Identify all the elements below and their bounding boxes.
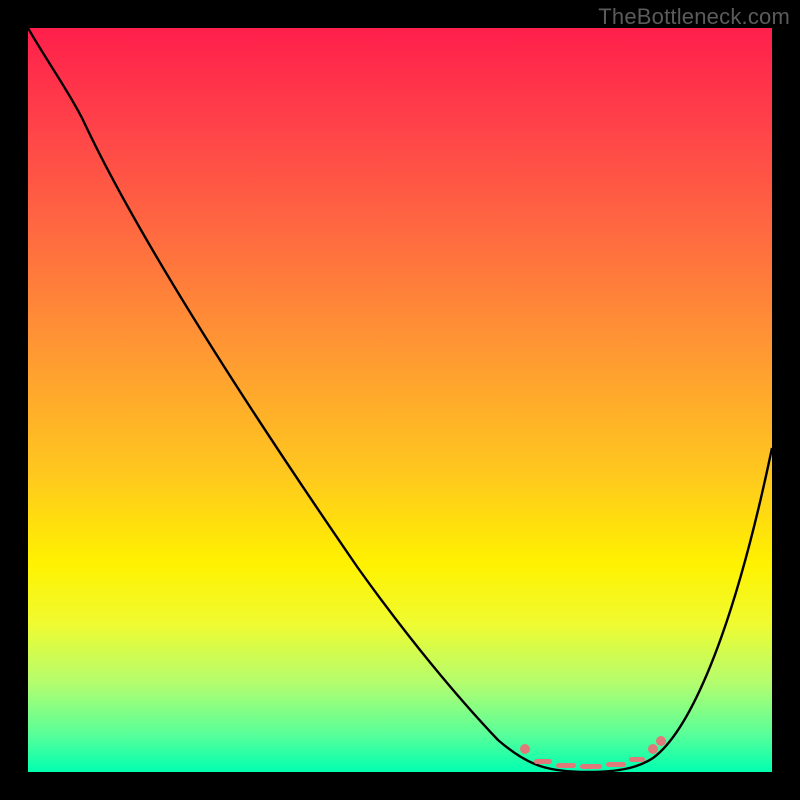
highlight-seg-1 [534,759,552,764]
highlight-seg-5 [629,757,645,762]
chart-frame: TheBottleneck.com [0,0,800,800]
watermark-text: TheBottleneck.com [598,4,790,30]
curve-svg [28,28,772,772]
bottleneck-curve-path [28,28,772,772]
highlight-seg-3 [580,764,602,769]
highlight-dot-right [648,744,658,754]
highlight-dot-left [520,744,530,754]
highlight-dot-right-2 [656,736,666,746]
plot-area [28,28,772,772]
highlight-seg-2 [556,763,576,768]
highlight-seg-4 [606,762,626,767]
